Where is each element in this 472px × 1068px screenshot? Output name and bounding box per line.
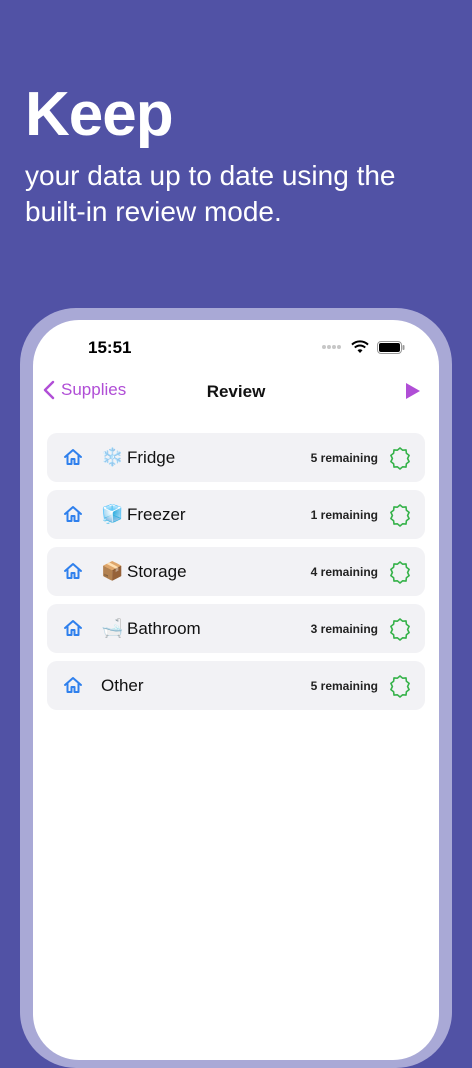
- list-item[interactable]: Other 5 remaining: [47, 661, 425, 710]
- signal-icon: [322, 345, 341, 349]
- play-button[interactable]: [405, 382, 421, 405]
- row-name: Bathroom: [127, 618, 201, 638]
- list-item[interactable]: ❄️ Fridge 5 remaining: [47, 433, 425, 482]
- row-name: Storage: [127, 561, 187, 581]
- home-icon: [64, 563, 82, 579]
- home-icon: [64, 449, 82, 465]
- phone-screen: 15:51 Supplies Review ❄️ Fridge 5 remain…: [33, 320, 439, 1060]
- home-icon: [64, 506, 82, 522]
- promo-subline: your data up to date using the built-in …: [25, 160, 396, 227]
- row-remaining: 4 remaining: [310, 564, 378, 579]
- row-remaining: 1 remaining: [310, 507, 378, 522]
- battery-icon: [377, 340, 405, 354]
- row-name: Fridge: [127, 447, 176, 467]
- row-emoji: 🛁: [101, 618, 124, 638]
- home-icon: [64, 620, 82, 636]
- list-item[interactable]: 📦 Storage 4 remaining: [47, 547, 425, 596]
- check-badge-icon[interactable]: [388, 503, 412, 527]
- row-remaining: 5 remaining: [310, 450, 378, 465]
- row-emoji: ❄️: [101, 447, 124, 467]
- home-icon: [64, 677, 82, 693]
- list-item[interactable]: 🛁 Bathroom 3 remaining: [47, 604, 425, 653]
- row-name: Freezer: [127, 504, 186, 524]
- status-icons: [321, 340, 405, 354]
- check-badge-icon[interactable]: [388, 617, 412, 641]
- row-emoji: 📦: [101, 561, 124, 581]
- play-icon: [406, 383, 420, 399]
- wifi-icon: [351, 340, 369, 353]
- list-item[interactable]: 🧊 Freezer 1 remaining: [47, 490, 425, 539]
- row-emoji: 🧊: [101, 504, 124, 524]
- status-time: 15:51: [88, 338, 132, 357]
- check-badge-icon[interactable]: [388, 446, 412, 470]
- row-name: Other: [101, 675, 144, 695]
- promo-headline: Keep: [25, 80, 174, 149]
- check-badge-icon[interactable]: [388, 674, 412, 698]
- row-remaining: 3 remaining: [310, 621, 378, 636]
- row-remaining: 5 remaining: [310, 678, 378, 693]
- nav-title: Review: [206, 382, 266, 401]
- review-list: ❄️ Fridge 5 remaining 🧊 Freezer 1 remain…: [47, 433, 425, 718]
- check-badge-icon[interactable]: [388, 560, 412, 584]
